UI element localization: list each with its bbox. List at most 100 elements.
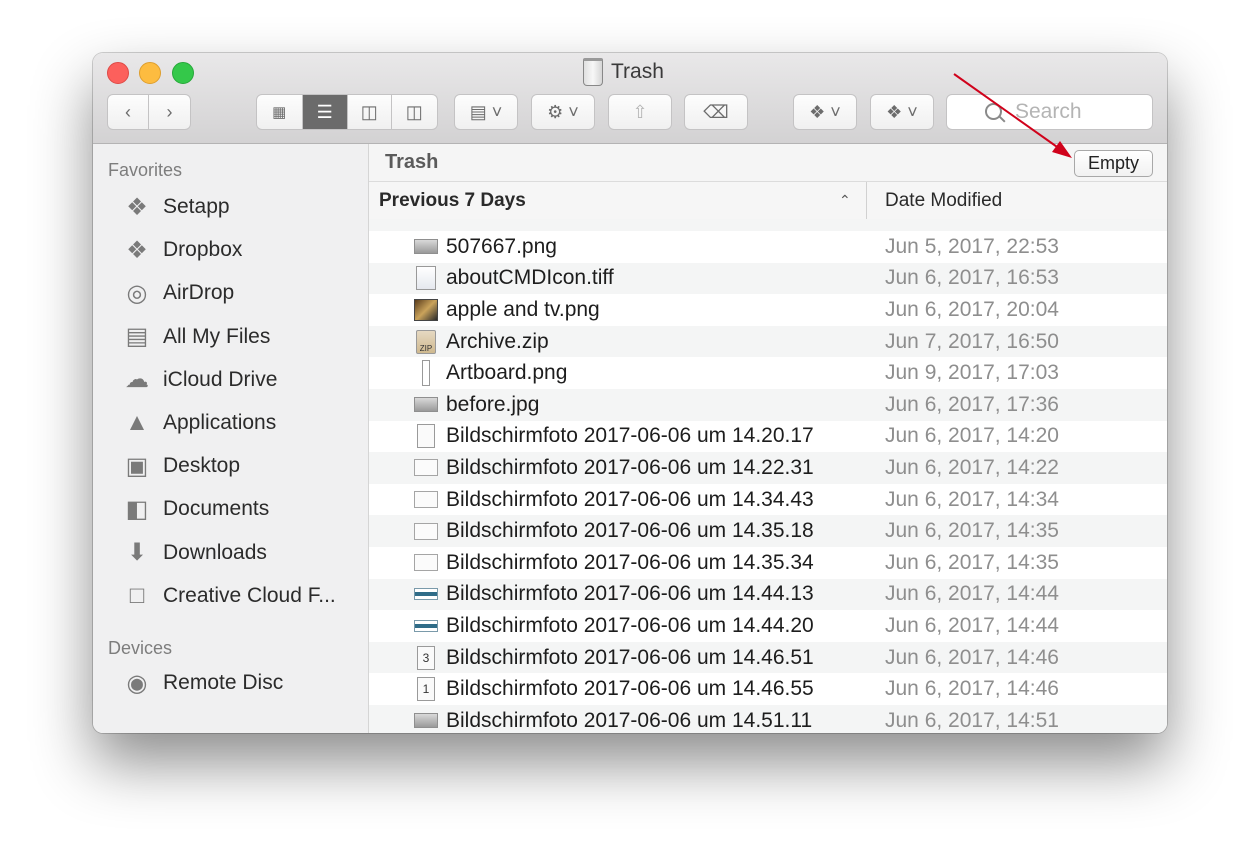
search-field[interactable]: Search <box>946 94 1153 130</box>
file-name: before.jpg <box>446 392 540 416</box>
dropbox-icon: ❖ <box>126 236 148 264</box>
list-view-icon: ☰ <box>316 101 333 122</box>
close-window-button[interactable] <box>107 62 129 84</box>
sidebar-item-all-my-files[interactable]: ▤ All My Files <box>121 319 366 355</box>
file-icon: 3 <box>414 645 438 670</box>
favorites-header: Favorites <box>108 160 183 180</box>
cover-flow-button[interactable]: ◫ <box>392 95 437 129</box>
zoom-window-button[interactable] <box>172 62 194 84</box>
table-row[interactable]: Bildschirmfoto 2017-06-06 um 14.44.13 Jun… <box>369 578 1167 611</box>
group-column-header[interactable]: Previous 7 Days <box>379 190 526 212</box>
table-row[interactable]: 3 Bildschirmfoto 2017-06-06 um 14.46.51 Ju… <box>369 641 1167 674</box>
share-button[interactable]: ⇧ <box>608 94 672 130</box>
setapp-button[interactable]: ❖ ˅ <box>870 94 934 130</box>
file-date: Jun 6, 2017, 14:35 <box>885 550 1059 574</box>
file-icon <box>414 488 438 512</box>
tag-icon: ⌫ <box>703 101 729 122</box>
sidebar-item-label: Documents <box>163 497 270 521</box>
file-icon <box>414 456 438 480</box>
sidebar-item-setapp[interactable]: ❖ Setapp <box>121 189 366 225</box>
sidebar-item-airdrop[interactable]: ◎ AirDrop <box>121 275 366 311</box>
file-icon <box>414 235 438 259</box>
table-row[interactable]: Bildschirmfoto 2017-06-06 um 14.35.18 Jun… <box>369 515 1167 547</box>
forward-button[interactable]: › <box>149 95 190 129</box>
sidebar-item-desktop[interactable]: ▣ Desktop <box>121 448 366 484</box>
file-date: Jun 6, 2017, 14:35 <box>885 519 1059 543</box>
sidebar-item-label: Remote Disc <box>163 671 284 694</box>
date-modified-column-header[interactable]: Date Modified <box>885 190 1002 212</box>
sort-ascending-icon[interactable]: ⌃ <box>839 192 851 209</box>
location-label: Trash <box>385 151 439 173</box>
action-button[interactable]: ⚙ ˅ <box>531 94 595 130</box>
sidebar-item-dropbox[interactable]: ❖ Dropbox <box>121 232 366 268</box>
file-icon <box>414 519 438 543</box>
file-name: Artboard.png <box>446 361 568 385</box>
file-date: Jun 6, 2017, 20:04 <box>885 297 1059 321</box>
table-row[interactable]: aboutCMDIcon.tiff Jun 6, 2017, 16:53 <box>369 262 1167 295</box>
setapp-icon: ❖ <box>126 193 148 221</box>
sidebar-item-applications[interactable]: ▲ Applications <box>121 405 366 441</box>
file-list: 507667.png Jun 5, 2017, 22:53 aboutCMDIcon… <box>369 219 1167 733</box>
search-icon <box>985 103 1002 120</box>
file-name: Bildschirmfoto 2017-06-06 um 14.46.55 <box>446 677 814 701</box>
sidebar-item-icloud-drive[interactable]: ☁ iCloud Drive <box>121 362 366 398</box>
sidebar-item-downloads[interactable]: ⬇ Downloads <box>121 535 366 571</box>
cloud-icon: ☁ <box>125 366 149 394</box>
sidebar: Favorites ❖ Setapp ❖ Dropbox ◎ AirDrop ▤ All My… <box>93 144 369 733</box>
file-date: Jun 6, 2017, 14:46 <box>885 645 1059 669</box>
file-date: Jun 9, 2017, 17:03 <box>885 361 1059 385</box>
group-by-button[interactable]: ▤ ˅ <box>454 94 518 130</box>
sidebar-item-label: AirDrop <box>163 281 235 305</box>
file-icon <box>414 614 438 638</box>
gear-icon: ⚙ ˅ <box>547 101 579 122</box>
file-icon: 1 <box>414 677 438 702</box>
table-row[interactable]: Bildschirmfoto 2017-06-06 um 14.44.20 Jun… <box>369 610 1167 642</box>
file-name: Bildschirmfoto 2017-06-06 um 14.44.13 <box>446 582 814 606</box>
sidebar-item-remote-disc[interactable]: ◉ Remote Disc <box>121 665 366 701</box>
icon-view-icon: ▦ <box>272 104 287 121</box>
tag-button[interactable]: ⌫ <box>684 94 748 130</box>
column-header: Previous 7 Days ⌃ Date Modified <box>369 182 1167 220</box>
setapp-icon: ❖ ˅ <box>886 101 918 122</box>
column-divider[interactable] <box>866 182 867 219</box>
icon-view-button[interactable]: ▦ <box>257 95 303 129</box>
table-row[interactable]: Bildschirmfoto 2017-06-06 um 14.51.11 Jun… <box>369 704 1167 733</box>
back-button[interactable]: ‹ <box>108 95 150 129</box>
file-icon <box>414 266 438 291</box>
table-row[interactable]: Bildschirmfoto 2017-06-06 um 14.35.34 Jun… <box>369 547 1167 579</box>
file-date: Jun 6, 2017, 14:44 <box>885 613 1059 637</box>
table-row[interactable]: before.jpg Jun 6, 2017, 17:36 <box>369 388 1167 421</box>
sidebar-item-label: All My Files <box>163 324 271 348</box>
table-row[interactable]: Artboard.png Jun 9, 2017, 17:03 <box>369 357 1167 389</box>
table-row[interactable]: apple and tv.png Jun 6, 2017, 20:04 <box>369 294 1167 326</box>
file-name: Bildschirmfoto 2017-06-06 um 14.22.31 <box>446 455 814 479</box>
airdrop-icon: ◎ <box>126 279 148 307</box>
table-row[interactable]: Bildschirmfoto 2017-06-06 um 14.20.17 Jun… <box>369 421 1167 453</box>
file-icon <box>414 709 438 733</box>
file-date: Jun 6, 2017, 14:22 <box>885 455 1059 479</box>
sidebar-item-documents[interactable]: ◧ Documents <box>121 491 366 527</box>
search-placeholder: Search <box>1015 100 1082 123</box>
sidebar-item-label: Dropbox <box>163 238 243 262</box>
table-row[interactable]: Bildschirmfoto 2017-06-06 um 14.34.43 Jun… <box>369 484 1167 516</box>
dropbox-icon: ❖ ˅ <box>809 101 841 122</box>
minimize-window-button[interactable] <box>139 62 161 84</box>
table-row[interactable]: Bildschirmfoto 2017-06-06 um 14.22.31 Jun… <box>369 452 1167 484</box>
empty-trash-button[interactable]: Empty <box>1074 150 1153 177</box>
download-icon: ⬇ <box>126 539 148 567</box>
table-row[interactable]: 1 Bildschirmfoto 2017-06-06 um 14.46.55 Ju… <box>369 673 1167 705</box>
table-row[interactable]: ZIP Archive.zip Jun 7, 2017, 16:50 <box>369 325 1167 358</box>
location-bar: Trash Empty <box>369 144 1167 182</box>
folder-icon: □ <box>129 581 145 609</box>
table-row[interactable]: 507667.png Jun 5, 2017, 22:53 <box>369 231 1167 263</box>
file-date: Jun 6, 2017, 17:36 <box>885 392 1059 416</box>
column-view-button[interactable]: ◫ <box>348 95 392 129</box>
finder-window: Trash ‹ › ▦ ☰ ◫ ◫ ▤ ˅ ⚙ ˅ ⇧ ⌫ ❖ ˅ ❖ ˅ Se… <box>93 53 1167 733</box>
file-name: Bildschirmfoto 2017-06-06 um 14.46.51 <box>446 645 814 669</box>
window-title: Trash <box>583 58 664 86</box>
sidebar-item-creative-cloud-f[interactable]: □ Creative Cloud F... <box>121 578 366 614</box>
applications-icon: ▲ <box>125 409 149 436</box>
list-view-button[interactable]: ☰ <box>302 95 348 129</box>
file-name: Bildschirmfoto 2017-06-06 um 14.34.43 <box>446 487 814 511</box>
dropbox-button[interactable]: ❖ ˅ <box>793 94 857 130</box>
